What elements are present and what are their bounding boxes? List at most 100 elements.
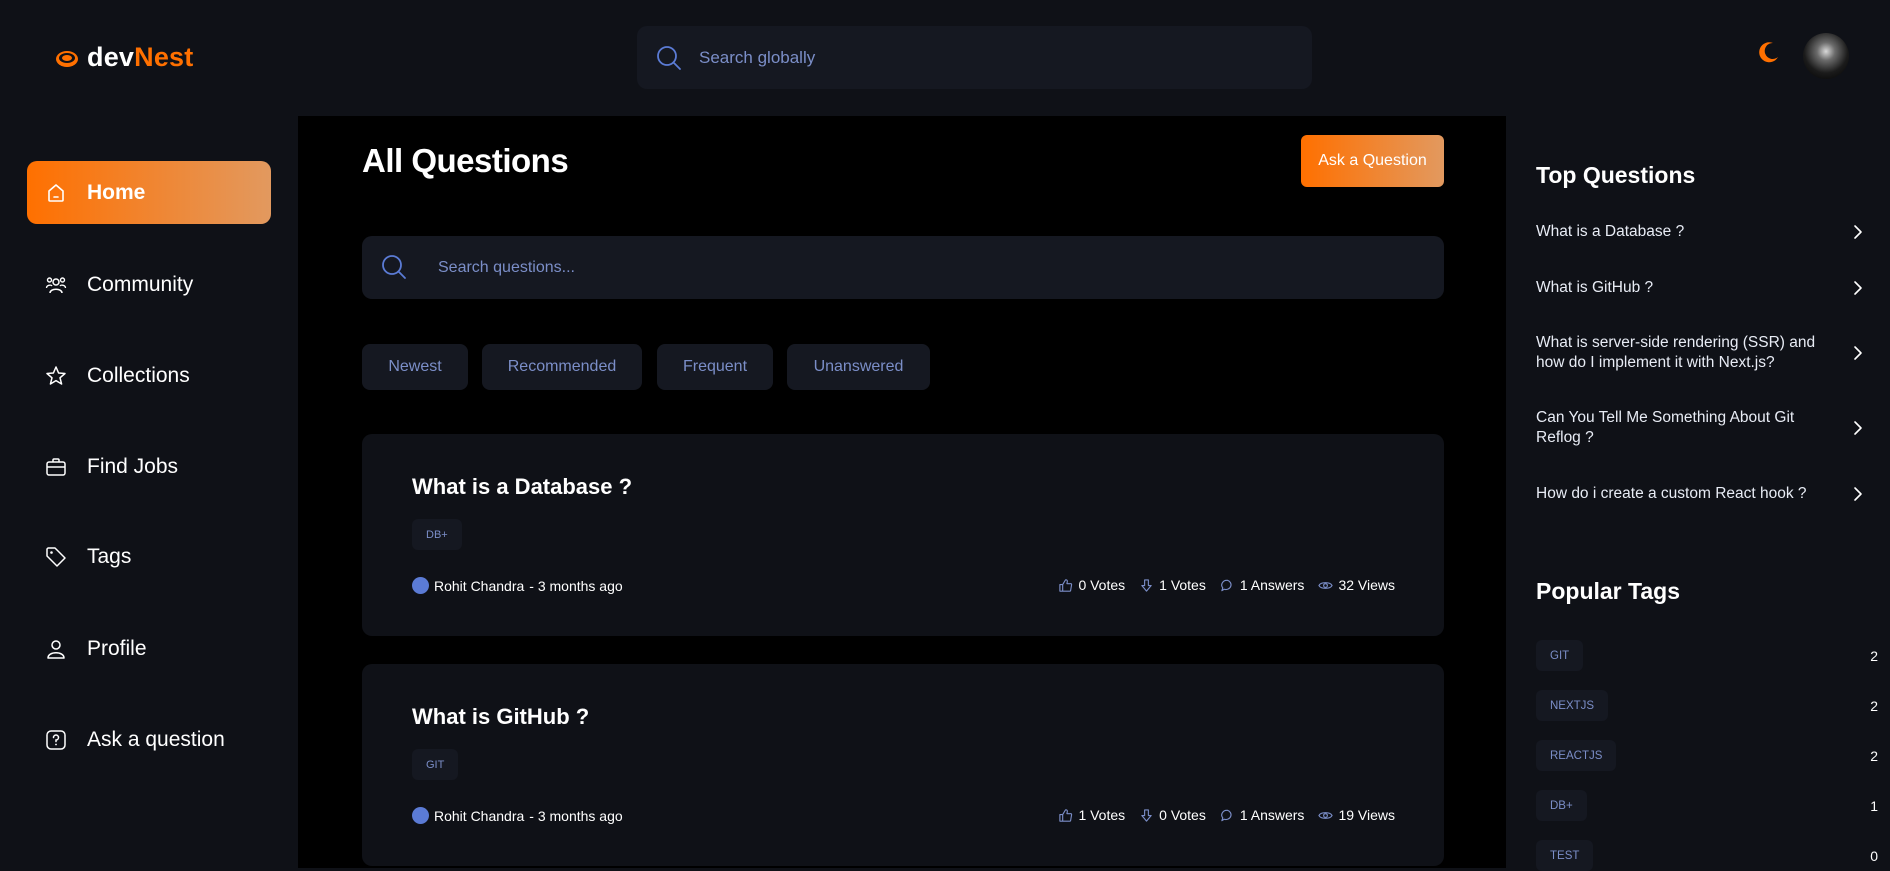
views-value: 19 Views	[1338, 807, 1395, 823]
answers-value: 1 Answers	[1239, 807, 1305, 823]
question-search-input[interactable]	[438, 236, 1428, 299]
upvotes-metric: 0 Votes	[1058, 577, 1125, 593]
chevron-right-icon	[1854, 346, 1862, 360]
upvotes-value: 1 Votes	[1078, 807, 1126, 823]
sidebar-item-label: Find Jobs	[87, 454, 179, 478]
thumbs-up-icon	[1059, 808, 1073, 822]
filter-frequent[interactable]: Frequent	[657, 344, 773, 390]
top-navbar: devNest	[0, 0, 1890, 116]
tag-chip[interactable]: GIT	[1536, 640, 1584, 671]
views-value: 32 Views	[1338, 577, 1395, 593]
search-icon	[657, 46, 681, 70]
tag-count: 2	[1870, 747, 1878, 764]
filter-recommended[interactable]: Recommended	[482, 344, 642, 390]
author-name: Rohit Chandra	[434, 577, 525, 594]
search-icon	[382, 255, 406, 279]
sidebar-item-label: Tags	[87, 544, 132, 568]
brand-name: devNest	[87, 42, 193, 73]
main-content: All Questions Ask a Question Newest Reco…	[298, 116, 1506, 868]
global-search-bar	[637, 26, 1312, 89]
right-sidebar: Top Questions What is a Database ? What …	[1506, 116, 1890, 871]
users-icon	[45, 276, 67, 293]
top-question-item[interactable]: What is GitHub ?	[1536, 278, 1866, 298]
question-author[interactable]: Rohit Chandra - 3 months ago	[412, 807, 623, 824]
message-icon	[1221, 579, 1232, 591]
question-icon	[46, 729, 66, 750]
top-question-item[interactable]: How do i create a custom React hook ?	[1536, 484, 1866, 504]
popular-tags-heading: Popular Tags	[1536, 578, 1680, 604]
sidebar-item-ask-question[interactable]: Ask a question	[27, 708, 271, 771]
question-title[interactable]: What is a Database ?	[412, 474, 632, 500]
chevron-right-icon	[1854, 225, 1862, 239]
message-icon	[1221, 809, 1232, 821]
eye-icon	[1318, 581, 1334, 589]
tag-chip[interactable]: REACTJS	[1536, 740, 1617, 771]
views-metric: 32 Views	[1318, 577, 1395, 593]
star-icon	[46, 365, 66, 385]
downvotes-value: 1 Votes	[1159, 577, 1206, 593]
question-metrics: 1 Votes 0 Votes 1 Answers 19 Views	[1058, 807, 1395, 823]
top-question-text: Can You Tell Me Something About Git Refl…	[1536, 409, 1795, 446]
sidebar-item-community[interactable]: Community	[27, 253, 271, 316]
brand-name-part2: Nest	[134, 42, 194, 72]
filter-unanswered[interactable]: Unanswered	[787, 344, 930, 390]
answers-metric: 1 Answers	[1220, 577, 1304, 593]
sidebar-item-label: Community	[87, 272, 194, 296]
top-question-text: What is GitHub ?	[1536, 279, 1654, 296]
author-name: Rohit Chandra	[434, 807, 525, 824]
popular-tag-row: REACTJS 2	[1536, 740, 1878, 771]
post-time: - 3 months ago	[529, 577, 623, 594]
chevron-right-icon	[1854, 281, 1862, 295]
global-search-input[interactable]	[699, 26, 1289, 89]
page-title: All Questions	[362, 142, 569, 179]
top-question-item[interactable]: What is a Database ?	[1536, 222, 1866, 242]
author-avatar	[412, 577, 429, 594]
sidebar-item-collections[interactable]: Collections	[27, 344, 271, 407]
popular-tag-row: DB+ 1	[1536, 790, 1878, 821]
top-question-item[interactable]: Can You Tell Me Something About Git Refl…	[1536, 408, 1866, 448]
user-icon	[47, 639, 65, 659]
post-time: - 3 months ago	[529, 807, 623, 824]
brand-logo[interactable]: devNest	[55, 42, 193, 73]
downvotes-metric: 0 Votes	[1139, 807, 1206, 823]
thumbs-up-icon	[1059, 578, 1073, 592]
user-avatar[interactable]	[1803, 33, 1849, 79]
tag-chip[interactable]: DB+	[1536, 790, 1587, 821]
popular-tag-row: GIT 2	[1536, 640, 1878, 671]
popular-tag-row: NEXTJS 2	[1536, 690, 1878, 721]
sidebar-item-find-jobs[interactable]: Find Jobs	[27, 435, 271, 498]
arrow-down-icon	[1141, 578, 1152, 592]
downvotes-value: 0 Votes	[1159, 807, 1206, 823]
filter-newest[interactable]: Newest	[362, 344, 468, 390]
top-questions-heading: Top Questions	[1536, 162, 1696, 188]
eye-icon	[1318, 811, 1334, 819]
question-tag[interactable]: DB+	[412, 519, 462, 550]
chevron-right-icon	[1854, 487, 1862, 501]
tag-count: 0	[1870, 847, 1878, 864]
question-author[interactable]: Rohit Chandra - 3 months ago	[412, 577, 623, 594]
moon-icon[interactable]	[1755, 40, 1781, 66]
views-metric: 19 Views	[1318, 807, 1395, 823]
question-tag[interactable]: GIT	[412, 749, 459, 780]
question-metrics: 0 Votes 1 Votes 1 Answers 32 Views	[1058, 577, 1395, 593]
sidebar-item-label: Ask a question	[87, 727, 225, 751]
chevron-right-icon	[1854, 421, 1862, 435]
question-title[interactable]: What is GitHub ?	[412, 704, 589, 730]
upvotes-value: 0 Votes	[1078, 577, 1126, 593]
question-card: What is GitHub ? GIT Rohit Chandra - 3 m…	[362, 664, 1444, 866]
tag-icon	[46, 546, 66, 567]
sidebar-item-tags[interactable]: Tags	[27, 525, 271, 588]
briefcase-icon	[46, 457, 66, 476]
sidebar-item-profile[interactable]: Profile	[27, 617, 271, 680]
top-question-text: What is a Database ?	[1536, 223, 1685, 240]
tag-count: 1	[1870, 797, 1878, 814]
answers-metric: 1 Answers	[1220, 807, 1305, 823]
top-question-item[interactable]: What is server-side rendering (SSR) and …	[1536, 333, 1866, 373]
sidebar-item-label: Profile	[87, 636, 147, 660]
tag-chip[interactable]: TEST	[1536, 840, 1594, 871]
tag-count: 2	[1870, 647, 1878, 664]
tag-chip[interactable]: NEXTJS	[1536, 690, 1609, 721]
question-card: What is a Database ? DB+ Rohit Chandra -…	[362, 434, 1444, 636]
ask-question-button[interactable]: Ask a Question	[1301, 135, 1444, 187]
sidebar-item-home[interactable]: Home	[27, 161, 271, 224]
